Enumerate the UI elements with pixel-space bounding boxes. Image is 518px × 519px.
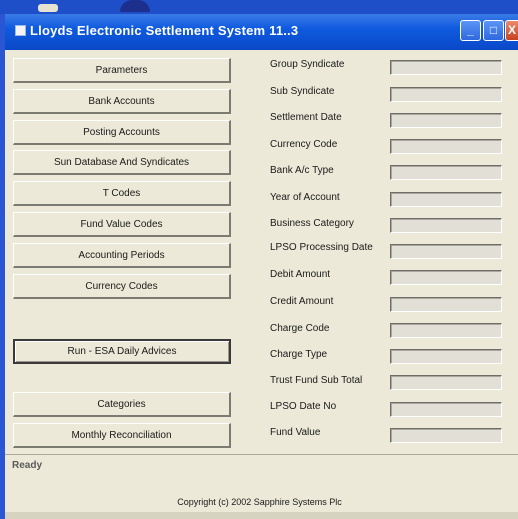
desktop-background: [0, 0, 518, 14]
business-category-label: Business Category: [270, 218, 354, 229]
credit-amount-label: Credit Amount: [270, 296, 334, 307]
group-syndicate-label: Group Syndicate: [270, 59, 345, 70]
lpso-processing-date-label: LPSO Processing Date: [270, 242, 373, 253]
parameters-button[interactable]: Parameters: [13, 58, 231, 83]
monthly-reconciliation-button[interactable]: Monthly Reconciliation: [13, 423, 231, 448]
sun-database-button[interactable]: Sun Database And Syndicates: [13, 150, 231, 175]
copyright-text: Copyright (c) 2002 Sapphire Systems Plc: [177, 497, 342, 507]
fund-value-field[interactable]: [390, 428, 502, 443]
lpso-date-no-label: LPSO Date No: [270, 401, 337, 412]
trust-fund-sub-total-field[interactable]: [390, 375, 502, 390]
charge-code-field[interactable]: [390, 323, 502, 338]
trust-fund-sub-total-label: Trust Fund Sub Total: [270, 375, 363, 386]
categories-button[interactable]: Categories: [13, 392, 231, 417]
settlement-date-field[interactable]: [390, 113, 502, 128]
minimize-button[interactable]: _: [460, 20, 481, 41]
close-button[interactable]: X: [505, 20, 518, 41]
app-icon[interactable]: [15, 25, 26, 36]
debit-amount-label: Debit Amount: [270, 269, 331, 280]
lpso-date-no-field[interactable]: [390, 402, 502, 417]
lpso-processing-date-field[interactable]: [390, 244, 502, 259]
settlement-date-label: Settlement Date: [270, 112, 342, 123]
charge-type-label: Charge Type: [270, 349, 328, 360]
year-of-account-label: Year of Account: [270, 192, 340, 203]
t-codes-button[interactable]: T Codes: [13, 181, 231, 206]
desktop-icon: [38, 4, 58, 12]
charge-type-field[interactable]: [390, 349, 502, 364]
maximize-button[interactable]: □: [483, 20, 504, 41]
currency-codes-button[interactable]: Currency Codes: [13, 274, 231, 299]
credit-amount-field[interactable]: [390, 297, 502, 312]
desktop-icon: [120, 0, 150, 12]
year-of-account-field[interactable]: [390, 192, 502, 207]
currency-code-field[interactable]: [390, 139, 502, 154]
posting-accounts-button[interactable]: Posting Accounts: [13, 120, 231, 145]
status-bar: [5, 454, 518, 479]
bank-accounts-button[interactable]: Bank Accounts: [13, 89, 231, 114]
fund-value-label: Fund Value: [270, 427, 321, 438]
group-syndicate-field[interactable]: [390, 60, 502, 75]
charge-code-label: Charge Code: [270, 323, 330, 334]
business-category-field[interactable]: [390, 218, 502, 233]
currency-code-label: Currency Code: [270, 139, 338, 150]
bank-ac-type-field[interactable]: [390, 165, 502, 180]
debit-amount-field[interactable]: [390, 270, 502, 285]
window-title: Lloyds Electronic Settlement System 11..…: [30, 23, 299, 38]
status-text: Ready: [12, 460, 43, 471]
run-esa-daily-advices-button[interactable]: Run - ESA Daily Advices: [13, 339, 231, 364]
bank-ac-type-label: Bank A/c Type: [270, 165, 334, 176]
sub-syndicate-field[interactable]: [390, 87, 502, 102]
window-bottom-edge: [5, 512, 518, 519]
sub-syndicate-label: Sub Syndicate: [270, 86, 335, 97]
accounting-periods-button[interactable]: Accounting Periods: [13, 243, 231, 268]
title-bar[interactable]: Lloyds Electronic Settlement System 11..…: [5, 14, 518, 50]
fund-value-codes-button[interactable]: Fund Value Codes: [13, 212, 231, 237]
